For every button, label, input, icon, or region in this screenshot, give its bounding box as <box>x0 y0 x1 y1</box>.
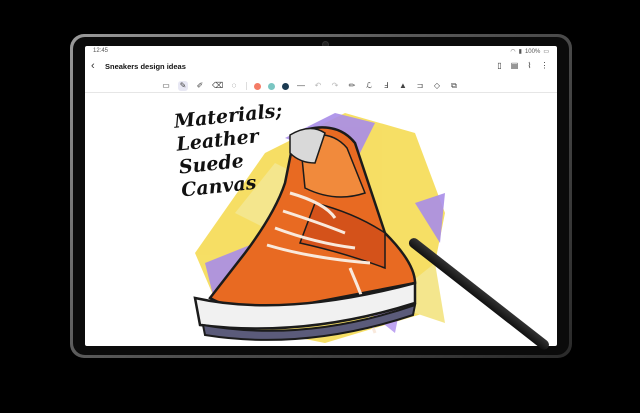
color-swatch-coral[interactable] <box>254 82 261 90</box>
undo-icon[interactable]: ↶ <box>313 81 323 91</box>
insert-icon[interactable]: ⊐ <box>415 81 425 91</box>
toolbar-tools: ▭ ✎ ✐ ⌫ ◌ — ↶ ↷ ✏ ℒ Ⅎ ▲ ⊐ ◇ ⧉ <box>161 81 459 91</box>
page-icon[interactable]: ▤ <box>510 61 519 70</box>
eraser-icon[interactable]: ⌫ <box>212 81 223 91</box>
handwriting-icon[interactable]: ℒ <box>364 81 374 91</box>
color-swatch-navy[interactable] <box>282 82 289 90</box>
status-indicators: ◠ ▮ 100% ▭ <box>510 48 549 56</box>
note-title: Sneakers design ideas <box>105 62 186 71</box>
highlighter-icon[interactable]: ✐ <box>195 81 205 91</box>
status-time: 12:45 <box>93 48 109 54</box>
handwritten-note: Materials; Leather Suede Canvas <box>173 100 291 203</box>
battery-percent: 100% <box>524 48 541 55</box>
status-bar: 12:45 ◠ ▮ 100% ▭ <box>85 46 557 56</box>
toolbar-divider <box>246 82 247 90</box>
text-convert-icon[interactable]: Ⅎ <box>381 81 391 91</box>
pencil-icon[interactable]: ✏ <box>347 81 357 91</box>
shape-icon[interactable]: ◇ <box>432 81 442 91</box>
drawing-toolbar: ▭ ✎ ✐ ⌫ ◌ — ↶ ↷ ✏ ℒ Ⅎ ▲ ⊐ ◇ ⧉ <box>85 80 557 93</box>
book-icon[interactable]: ▯ <box>495 61 504 70</box>
sneaker-illustration <box>193 113 445 343</box>
pen-icon[interactable]: ✎ <box>178 81 188 91</box>
app-bar: ‹ Sneakers design ideas ▯ ▤ ⌇ ⋮ <box>85 58 557 76</box>
copy-icon[interactable]: ⧉ <box>449 81 459 91</box>
attach-icon[interactable]: ⌇ <box>525 61 534 70</box>
redo-icon[interactable]: ↷ <box>330 81 340 91</box>
app-actions: ▯ ▤ ⌇ ⋮ <box>495 61 549 70</box>
battery-icon: ▭ <box>543 49 549 55</box>
stroke-width-icon[interactable]: — <box>296 81 306 91</box>
signal-icon: ▮ <box>518 49 522 55</box>
more-icon[interactable]: ⋮ <box>540 61 549 70</box>
fill-icon[interactable]: ▲ <box>398 81 408 91</box>
lasso-icon[interactable]: ◌ <box>229 81 239 91</box>
text-icon[interactable]: ▭ <box>161 81 171 91</box>
drawing-canvas[interactable]: Materials; Leather Suede Canvas <box>85 93 557 346</box>
wifi-icon: ◠ <box>510 49 516 55</box>
color-swatch-teal[interactable] <box>268 82 275 90</box>
back-arrow-icon[interactable]: ‹ <box>91 60 95 72</box>
